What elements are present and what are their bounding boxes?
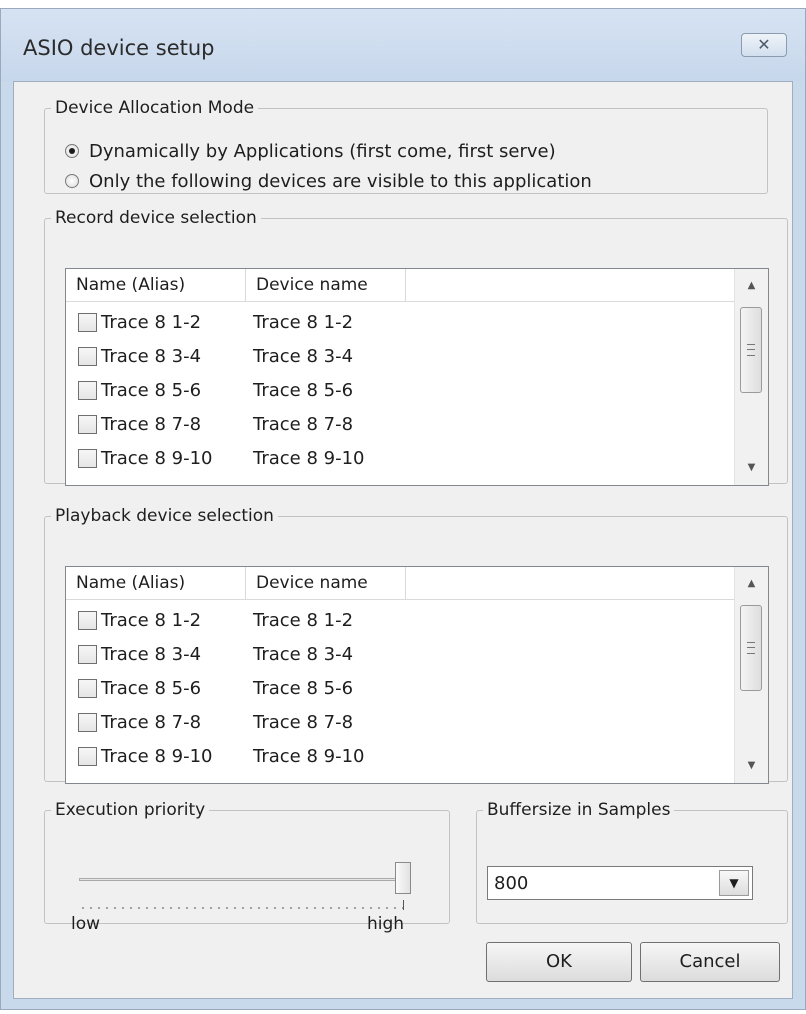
record-selection-legend: Record device selection — [55, 208, 257, 228]
grip-icon — [747, 344, 755, 356]
device-checkbox[interactable] — [78, 644, 97, 664]
list-item[interactable]: Trace 8 7-8 Trace 8 7-8 — [66, 705, 734, 739]
scroll-thumb[interactable] — [740, 307, 762, 393]
allocation-mode-legend: Device Allocation Mode — [55, 98, 255, 118]
device-checkbox[interactable] — [78, 414, 97, 434]
list-item[interactable]: Trace 8 3-4 Trace 8 3-4 — [66, 637, 734, 671]
slider-tick-end — [403, 900, 404, 910]
priority-slider-thumb[interactable] — [395, 862, 411, 894]
grip-icon — [747, 642, 755, 654]
device-cell: Trace 8 9-10 — [253, 745, 365, 767]
device-checkbox[interactable] — [78, 746, 97, 766]
list-item[interactable]: Trace 8 3-4 Trace 8 3-4 — [66, 339, 734, 373]
device-checkbox[interactable] — [78, 312, 97, 332]
up-arrow-icon[interactable]: ▲ — [735, 269, 768, 303]
device-checkbox[interactable] — [78, 712, 97, 732]
alias-cell: Trace 8 5-6 — [101, 677, 202, 699]
alias-cell: Trace 8 3-4 — [101, 345, 202, 367]
playback-device-list[interactable]: Name (Alias) Device name Trace 8 1-2 Trac… — [65, 566, 769, 784]
buffersize-legend: Buffersize in Samples — [487, 800, 671, 820]
list-item[interactable]: Trace 8 9-10 Trace 8 9-10 — [66, 441, 734, 475]
device-checkbox[interactable] — [78, 380, 97, 400]
alias-cell: Trace 8 1-2 — [101, 311, 202, 333]
device-checkbox[interactable] — [78, 610, 97, 630]
radio-dynamic-label: Dynamically by Applications (first come,… — [89, 140, 556, 162]
list-item[interactable]: Trace 8 1-2 Trace 8 1-2 — [66, 305, 734, 339]
window-title: ASIO device setup — [23, 36, 215, 60]
record-device-list[interactable]: Name (Alias) Device name Trace 8 1-2 Trac… — [65, 268, 769, 486]
priority-high-label: high — [367, 914, 405, 934]
close-icon: ✕ — [757, 35, 771, 54]
slider-ticks — [79, 906, 405, 910]
record-scrollbar[interactable]: ▲ ▼ — [734, 269, 768, 485]
list-item[interactable]: Trace 8 1-2 Trace 8 1-2 — [66, 603, 734, 637]
alias-cell: Trace 8 1-2 — [101, 609, 202, 631]
dialog-window: ASIO device setup ✕ Device Allocation Mo… — [0, 8, 806, 1010]
ok-button[interactable]: OK — [486, 942, 632, 982]
device-cell: Trace 8 3-4 — [253, 643, 354, 665]
alias-cell: Trace 8 9-10 — [101, 447, 213, 469]
priority-low-label: low — [71, 914, 101, 934]
alias-cell: Trace 8 5-6 — [101, 379, 202, 401]
buffersize-value: 800 — [494, 873, 529, 894]
device-cell: Trace 8 5-6 — [253, 379, 354, 401]
device-cell: Trace 8 1-2 — [253, 311, 354, 333]
radio-following-only-label: Only the following devices are visible t… — [89, 170, 592, 192]
device-checkbox[interactable] — [78, 448, 97, 468]
device-cell: Trace 8 9-10 — [253, 447, 365, 469]
column-header-alias[interactable]: Name (Alias) — [66, 567, 246, 599]
column-header-device[interactable]: Device name — [246, 567, 406, 599]
playback-selection-legend: Playback device selection — [55, 506, 274, 526]
alias-cell: Trace 8 9-10 — [101, 745, 213, 767]
close-button[interactable]: ✕ — [741, 33, 787, 57]
priority-group: Execution priority low high — [44, 800, 450, 934]
device-cell: Trace 8 5-6 — [253, 677, 354, 699]
list-item[interactable]: Trace 8 5-6 Trace 8 5-6 — [66, 373, 734, 407]
record-list-header: Name (Alias) Device name — [66, 269, 734, 302]
record-selection-group: Record device selection Name (Alias) Dev… — [44, 208, 788, 486]
scroll-thumb[interactable] — [740, 605, 762, 691]
device-checkbox[interactable] — [78, 346, 97, 366]
device-checkbox[interactable] — [78, 678, 97, 698]
allocation-mode-group: Device Allocation Mode Dynamically by Ap… — [44, 98, 768, 194]
playback-scrollbar[interactable]: ▲ ▼ — [734, 567, 768, 783]
list-item[interactable]: Trace 8 5-6 Trace 8 5-6 — [66, 671, 734, 705]
priority-slider-track[interactable] — [79, 878, 405, 881]
radio-dynamic-indicator[interactable] — [65, 144, 79, 158]
up-arrow-icon[interactable]: ▲ — [735, 567, 768, 601]
column-header-alias[interactable]: Name (Alias) — [66, 269, 246, 301]
dialog-body: Device Allocation Mode Dynamically by Ap… — [13, 81, 793, 999]
list-item[interactable]: Trace 8 9-10 Trace 8 9-10 — [66, 739, 734, 773]
down-arrow-icon[interactable]: ▼ — [735, 749, 768, 783]
radio-following-only-indicator[interactable] — [65, 174, 79, 188]
device-cell: Trace 8 3-4 — [253, 345, 354, 367]
alias-cell: Trace 8 7-8 — [101, 413, 202, 435]
device-cell: Trace 8 1-2 — [253, 609, 354, 631]
device-cell: Trace 8 7-8 — [253, 413, 354, 435]
device-cell: Trace 8 7-8 — [253, 711, 354, 733]
playback-list-header: Name (Alias) Device name — [66, 567, 734, 600]
cancel-button[interactable]: Cancel — [640, 942, 780, 982]
playback-selection-group: Playback device selection Name (Alias) D… — [44, 506, 788, 784]
priority-legend: Execution priority — [55, 800, 206, 820]
alias-cell: Trace 8 3-4 — [101, 643, 202, 665]
list-item[interactable]: Trace 8 7-8 Trace 8 7-8 — [66, 407, 734, 441]
buffersize-select[interactable]: 800 ▼ — [487, 866, 753, 900]
radio-following-only[interactable]: Only the following devices are visible t… — [65, 168, 592, 194]
title-bar: ASIO device setup ✕ — [1, 9, 805, 81]
alias-cell: Trace 8 7-8 — [101, 711, 202, 733]
chevron-down-icon[interactable]: ▼ — [719, 870, 749, 896]
buffersize-group: Buffersize in Samples 800 ▼ — [476, 800, 788, 924]
radio-dynamic[interactable]: Dynamically by Applications (first come,… — [65, 138, 556, 164]
down-arrow-icon[interactable]: ▼ — [735, 451, 768, 485]
column-header-device[interactable]: Device name — [246, 269, 406, 301]
